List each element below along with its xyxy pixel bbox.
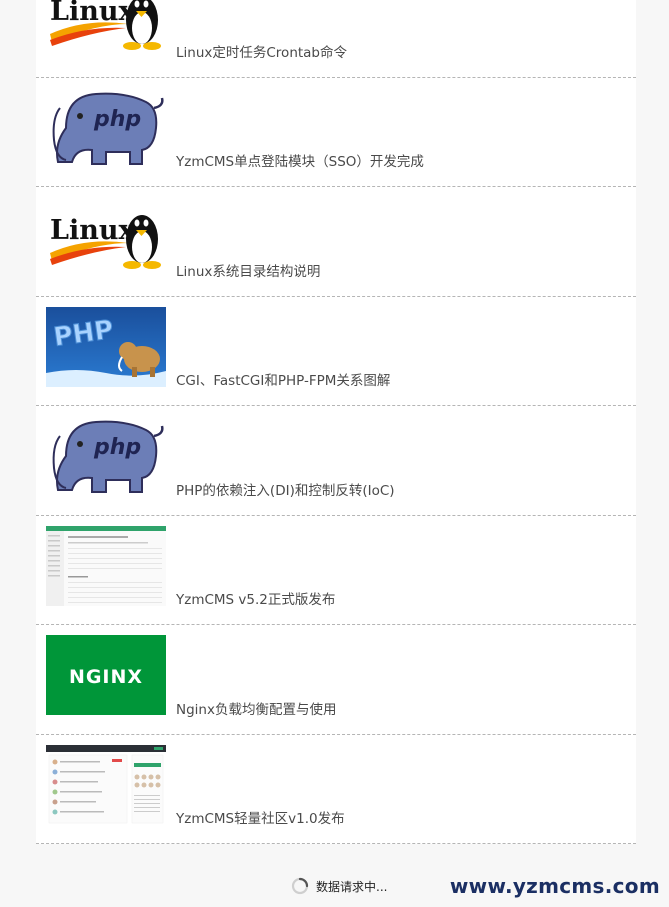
loading-indicator: 数据请求中... [291,877,387,895]
list-item[interactable]: NGINX Nginx负载均衡配置与使用 [36,625,636,735]
list-item[interactable]: php PHP的依赖注入(DI)和控制反转(IoC) [36,406,636,516]
nginx-logo-icon: NGINX [46,635,166,715]
list-item[interactable]: YzmCMS v5.2正式版发布 [36,516,636,625]
php-elephant-icon: php [46,416,166,496]
list-item[interactable]: Linux Linux系统目录结构说明 [36,187,636,297]
linux-logo-thumbnail[interactable]: Linux [46,0,166,58]
php-wordmark: php [93,435,141,460]
php-elephant-thumbnail[interactable]: php [46,416,166,496]
loading-text: 数据请求中... [316,879,388,894]
article-title[interactable]: CGI、FastCGI和PHP-FPM关系图解 [176,369,390,389]
linux-wordmark: Linux [50,0,136,27]
php-ice-mammoth-icon: PHP [46,306,166,387]
spinner-icon [291,877,309,895]
article-title[interactable]: PHP的依赖注入(DI)和控制反转(IoC) [176,479,395,499]
list-footer: 数据请求中... www.yzmcms.com [0,868,669,907]
linux-logo-icon: Linux [46,197,166,277]
article-title[interactable]: YzmCMS v5.2正式版发布 [176,588,335,608]
article-list: Linux Linux定时任务Crontab命令 php YzmCMS单点登陆模… [36,0,636,844]
admin-screenshot-icon [46,525,166,606]
php-wordmark: php [93,107,141,132]
community-screenshot-icon [46,744,166,825]
nginx-logo-thumbnail[interactable]: NGINX [46,635,166,715]
article-title[interactable]: Nginx负载均衡配置与使用 [176,698,336,718]
article-title[interactable]: Linux系统目录结构说明 [176,260,320,280]
site-watermark: www.yzmcms.com [449,874,660,898]
linux-logo-thumbnail[interactable]: Linux [46,197,166,277]
admin-screenshot-thumbnail[interactable] [46,525,166,606]
linux-wordmark: Linux [50,215,136,246]
community-screenshot-thumbnail[interactable] [46,744,166,825]
php-ice-thumbnail[interactable]: PHP [46,306,166,387]
article-title[interactable]: YzmCMS单点登陆模块（SSO）开发完成 [176,150,424,170]
list-item[interactable]: Linux Linux定时任务Crontab命令 [36,0,636,78]
list-item[interactable]: PHP CGI、FastCGI和PHP-FPM关系图解 [36,297,636,406]
nginx-wordmark: NGINX [69,666,143,688]
php-elephant-thumbnail[interactable]: php [46,87,166,168]
php-elephant-icon: php [46,87,166,168]
article-title[interactable]: Linux定时任务Crontab命令 [176,41,347,61]
list-item[interactable]: YzmCMS轻量社区v1.0发布 [36,735,636,844]
linux-logo-icon: Linux [46,0,166,58]
list-item[interactable]: php YzmCMS单点登陆模块（SSO）开发完成 [36,78,636,187]
article-title[interactable]: YzmCMS轻量社区v1.0发布 [176,807,345,827]
